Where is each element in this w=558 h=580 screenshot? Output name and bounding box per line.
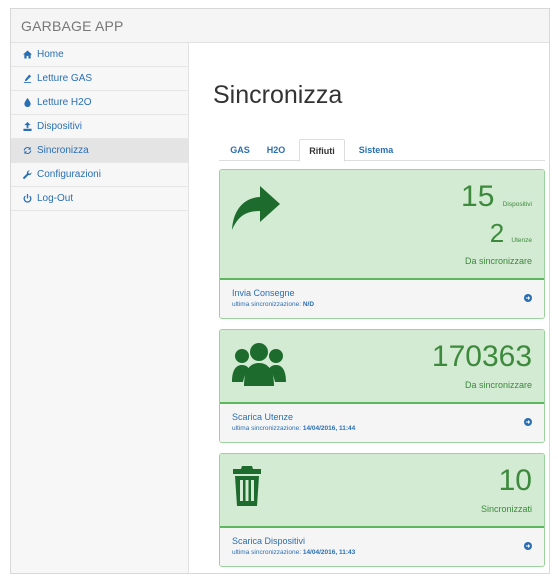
arrow-circle-right-icon[interactable] bbox=[524, 537, 532, 550]
upload-icon bbox=[21, 122, 33, 131]
scarica-utenze-link[interactable]: Scarica Utenze bbox=[232, 412, 293, 422]
app-brand[interactable]: GARBAGE APP bbox=[21, 18, 124, 34]
sidebar-item-letture-h2o[interactable]: Letture H2O bbox=[11, 91, 188, 115]
wrench-icon bbox=[21, 170, 33, 179]
sidebar-item-label: Configurazioni bbox=[37, 169, 101, 180]
panel-caption: Da sincronizzare bbox=[464, 256, 532, 266]
sidebar-item-dispositivi[interactable]: Dispositivi bbox=[11, 115, 188, 139]
sidebar-item-logout[interactable]: Log-Out bbox=[11, 187, 188, 211]
power-icon bbox=[21, 194, 33, 203]
main-content: Sincronizza GAS H2O Rifiuti Sistema 15 D… bbox=[189, 43, 549, 573]
panel-caption: Da sincronizzare bbox=[464, 380, 532, 390]
sync-panel-scarica-utenze: 170363 Da sincronizzare Scarica Utenze u… bbox=[219, 329, 545, 443]
panel-footer: Scarica Dispositivi ultima sincronizzazi… bbox=[220, 528, 544, 566]
home-icon bbox=[21, 50, 33, 59]
sidebar-item-label: Log-Out bbox=[37, 193, 74, 204]
tab-sistema[interactable]: Sistema bbox=[351, 139, 401, 161]
sync-panel-invia-consegne: 15 Dispositivi 2 Utenze Da sincronizzare… bbox=[219, 169, 545, 319]
sidebar-item-label: Dispositivi bbox=[37, 121, 83, 132]
sidebar-item-configurazioni[interactable]: Configurazioni bbox=[11, 163, 188, 187]
dispositivi-label: Dispositivi bbox=[502, 201, 532, 208]
top-navbar: GARBAGE APP bbox=[11, 9, 549, 43]
last-sync-info: ultima sincronizzazione: N/D bbox=[232, 301, 315, 308]
last-sync-info: ultima sincronizzazione: 14/04/2016, 11:… bbox=[232, 549, 356, 556]
tab-h2o[interactable]: H2O bbox=[259, 139, 293, 161]
dispositivi-count: 15 Dispositivi bbox=[461, 180, 532, 213]
sync-panel-scarica-dispositivi: 10 Sincronizzati Scarica Dispositivi ult… bbox=[219, 453, 545, 567]
panel-footer: Scarica Utenze ultima sincronizzazione: … bbox=[220, 404, 544, 442]
water-drop-icon bbox=[21, 98, 33, 107]
utenze-label: Utenze bbox=[511, 237, 532, 244]
tab-bar: GAS H2O Rifiuti Sistema bbox=[219, 139, 545, 162]
tab-rifiuti[interactable]: Rifiuti bbox=[299, 139, 345, 162]
sidebar: Home Letture GAS Letture H2O Dispositivi… bbox=[11, 43, 189, 573]
refresh-icon bbox=[21, 146, 33, 155]
scarica-dispositivi-link[interactable]: Scarica Dispositivi bbox=[232, 536, 305, 546]
share-arrow-icon bbox=[230, 184, 282, 237]
last-sync-info: ultima sincronizzazione: 14/04/2016, 11:… bbox=[232, 425, 356, 432]
page-title: Sincronizza bbox=[213, 81, 343, 109]
utenze-total: 170363 bbox=[431, 340, 532, 373]
panel-footer: Invia Consegne ultima sincronizzazione: … bbox=[220, 280, 544, 318]
arrow-circle-right-icon[interactable] bbox=[524, 289, 532, 302]
trash-icon bbox=[232, 466, 262, 511]
users-icon bbox=[232, 342, 286, 391]
dispositivi-synced-count: 10 bbox=[498, 464, 532, 497]
panel-heading: 170363 Da sincronizzare bbox=[220, 330, 544, 404]
sidebar-item-sincronizza[interactable]: Sincronizza bbox=[11, 139, 188, 163]
arrow-circle-right-icon[interactable] bbox=[524, 413, 532, 426]
gas-icon bbox=[21, 74, 33, 83]
sidebar-item-label: Letture GAS bbox=[37, 73, 93, 84]
sidebar-item-label: Home bbox=[37, 49, 64, 60]
panel-heading: 15 Dispositivi 2 Utenze Da sincronizzare bbox=[220, 170, 544, 280]
tab-gas[interactable]: GAS bbox=[225, 139, 255, 161]
sidebar-item-home[interactable]: Home bbox=[11, 43, 188, 67]
utenze-count: 2 Utenze bbox=[489, 218, 532, 248]
sidebar-item-letture-gas[interactable]: Letture GAS bbox=[11, 67, 188, 91]
sidebar-item-label: Letture H2O bbox=[37, 97, 92, 108]
invia-consegne-link[interactable]: Invia Consegne bbox=[232, 288, 295, 298]
sidebar-item-label: Sincronizza bbox=[37, 145, 89, 156]
app-window: GARBAGE APP Home Letture GAS Letture H2O… bbox=[10, 8, 550, 574]
panel-caption: Sincronizzati bbox=[480, 504, 532, 514]
panel-heading: 10 Sincronizzati bbox=[220, 454, 544, 528]
